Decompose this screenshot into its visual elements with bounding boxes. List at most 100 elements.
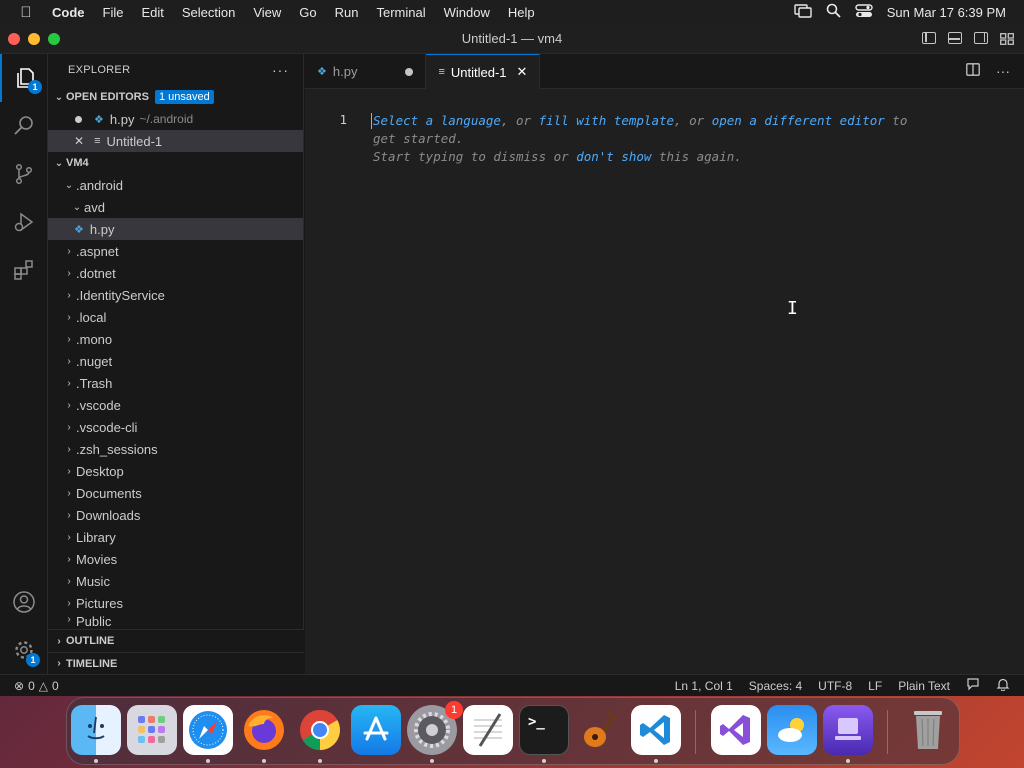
problems-status[interactable]: ⊗ 0 △ 0 <box>0 679 59 693</box>
spotlight-search-icon[interactable] <box>826 3 841 21</box>
feedback-icon[interactable] <box>966 677 980 694</box>
explorer-title: EXPLORER <box>68 64 131 76</box>
editor-area[interactable]: 1 Select a language, or fill with templa… <box>305 89 1024 674</box>
menu-app-name[interactable]: Code <box>52 5 94 20</box>
indentation[interactable]: Spaces: 4 <box>749 679 802 693</box>
outline-section[interactable]: › OUTLINE <box>48 630 304 652</box>
menu-run[interactable]: Run <box>326 5 368 20</box>
firefox-icon[interactable] <box>239 705 289 755</box>
textedit-icon[interactable] <box>463 705 513 755</box>
toggle-primary-sidebar-icon[interactable] <box>922 32 936 44</box>
visual-studio-icon[interactable] <box>711 705 761 755</box>
run-debug-icon[interactable] <box>0 198 48 246</box>
notifications-bell-icon[interactable] <box>996 677 1010 694</box>
more-actions-icon[interactable]: ··· <box>272 62 289 78</box>
fullscreen-window-button[interactable] <box>48 32 60 45</box>
search-icon[interactable] <box>0 102 48 150</box>
cursor-position[interactable]: Ln 1, Col 1 <box>675 679 733 693</box>
toggle-panel-icon[interactable] <box>948 32 962 44</box>
menu-terminal[interactable]: Terminal <box>368 5 435 20</box>
fill-template-link[interactable]: fill with template <box>539 113 674 128</box>
tab-untitled-1[interactable]: ≡ Untitled-1 ✕ <box>426 54 541 89</box>
open-editor-item[interactable]: ✕ ≡ Untitled-1 <box>48 130 303 152</box>
menubar-datetime[interactable]: Sun Mar 17 6:39 PM <box>887 5 1006 20</box>
timeline-section[interactable]: › TIMELINE <box>48 652 304 674</box>
trash-icon[interactable] <box>903 705 953 755</box>
manage-gear-icon[interactable]: 1 <box>0 626 48 674</box>
folder-row[interactable]: › Downloads <box>48 504 303 526</box>
folder-row[interactable]: › .zsh_sessions <box>48 438 303 460</box>
menu-selection[interactable]: Selection <box>173 5 244 20</box>
open-editors-section[interactable]: ⌄ OPEN EDITORS 1 unsaved <box>48 86 303 108</box>
folder-row[interactable]: › .vscode <box>48 394 303 416</box>
folder-row[interactable]: › .IdentityService <box>48 284 303 306</box>
folder-row[interactable]: › .aspnet <box>48 240 303 262</box>
end-of-line[interactable]: LF <box>868 679 882 693</box>
chevron-right-icon: › <box>67 487 71 499</box>
workspace-section[interactable]: ⌄ VM4 <box>48 152 303 174</box>
folder-row[interactable]: › .local <box>48 306 303 328</box>
apple-menu-icon[interactable]:  <box>0 4 52 21</box>
system-settings-icon[interactable]: 1 <box>407 701 463 755</box>
encoding[interactable]: UTF-8 <box>818 679 852 693</box>
garageband-icon[interactable] <box>575 705 625 755</box>
account-icon[interactable] <box>0 578 48 626</box>
folder-row[interactable]: ⌄ avd <box>48 196 303 218</box>
folder-name: Movies <box>76 551 118 567</box>
select-language-link[interactable]: Select a language <box>373 113 501 128</box>
folder-row[interactable]: › .vscode-cli <box>48 416 303 438</box>
folder-row[interactable]: › Public <box>48 614 303 628</box>
unsaved-dot-icon[interactable] <box>75 115 82 123</box>
tab-h-py[interactable]: ❖ h.py <box>305 54 427 89</box>
launchpad-icon[interactable] <box>127 705 177 755</box>
folder-row[interactable]: › Library <box>48 526 303 548</box>
text-caret <box>371 113 372 129</box>
finder-icon[interactable] <box>71 705 121 755</box>
folder-row[interactable]: › Desktop <box>48 460 303 482</box>
menu-view[interactable]: View <box>244 5 290 20</box>
screen-mirroring-icon[interactable] <box>794 3 812 21</box>
menu-go[interactable]: Go <box>290 5 325 20</box>
vscode-icon[interactable] <box>631 705 681 755</box>
chevron-down-icon: ⌄ <box>72 201 82 213</box>
folder-row[interactable]: › Movies <box>48 548 303 570</box>
control-center-icon[interactable] <box>855 3 873 21</box>
empty-editor-hint: Select a language, or fill with template… <box>373 112 933 166</box>
dont-show-link[interactable]: don't show <box>576 149 651 164</box>
folder-row[interactable]: › Pictures <box>48 592 303 614</box>
split-editor-icon[interactable] <box>966 63 980 79</box>
folder-row[interactable]: › .mono <box>48 328 303 350</box>
workspace-label: VM4 <box>66 157 89 169</box>
folder-row[interactable]: ⌄ .android <box>48 174 303 196</box>
folder-row[interactable]: › Documents <box>48 482 303 504</box>
unsaved-dot-icon[interactable] <box>405 67 414 76</box>
menu-file[interactable]: File <box>94 5 133 20</box>
toggle-secondary-sidebar-icon[interactable] <box>974 32 988 44</box>
weather-icon[interactable] <box>767 705 817 755</box>
minimize-window-button[interactable] <box>28 32 40 45</box>
menu-window[interactable]: Window <box>435 5 499 20</box>
close-tab-icon[interactable]: ✕ <box>517 64 528 80</box>
simulator-icon[interactable] <box>823 705 873 755</box>
folder-row[interactable]: › .dotnet <box>48 262 303 284</box>
open-editor-item[interactable]: ❖ h.py ~/.android <box>48 108 303 130</box>
customize-layout-icon[interactable] <box>1000 32 1014 45</box>
file-row[interactable]: ❖ h.py <box>48 218 303 240</box>
menu-help[interactable]: Help <box>499 5 544 20</box>
language-mode[interactable]: Plain Text <box>898 679 950 693</box>
safari-icon[interactable] <box>183 705 233 755</box>
menu-edit[interactable]: Edit <box>132 5 172 20</box>
source-control-icon[interactable] <box>0 150 48 198</box>
app-store-icon[interactable] <box>351 705 401 755</box>
editor-more-actions-icon[interactable]: ··· <box>996 63 1010 79</box>
close-icon[interactable]: ✕ <box>74 134 84 148</box>
close-window-button[interactable] <box>8 32 20 45</box>
chrome-icon[interactable] <box>295 705 345 755</box>
folder-row[interactable]: › .nuget <box>48 350 303 372</box>
explorer-icon[interactable]: 1 <box>0 54 48 102</box>
folder-row[interactable]: › .Trash <box>48 372 303 394</box>
terminal-icon[interactable]: >_ <box>519 705 569 755</box>
open-different-editor-link[interactable]: open a different editor <box>712 113 885 128</box>
extensions-icon[interactable] <box>0 246 48 294</box>
folder-row[interactable]: › Music <box>48 570 303 592</box>
